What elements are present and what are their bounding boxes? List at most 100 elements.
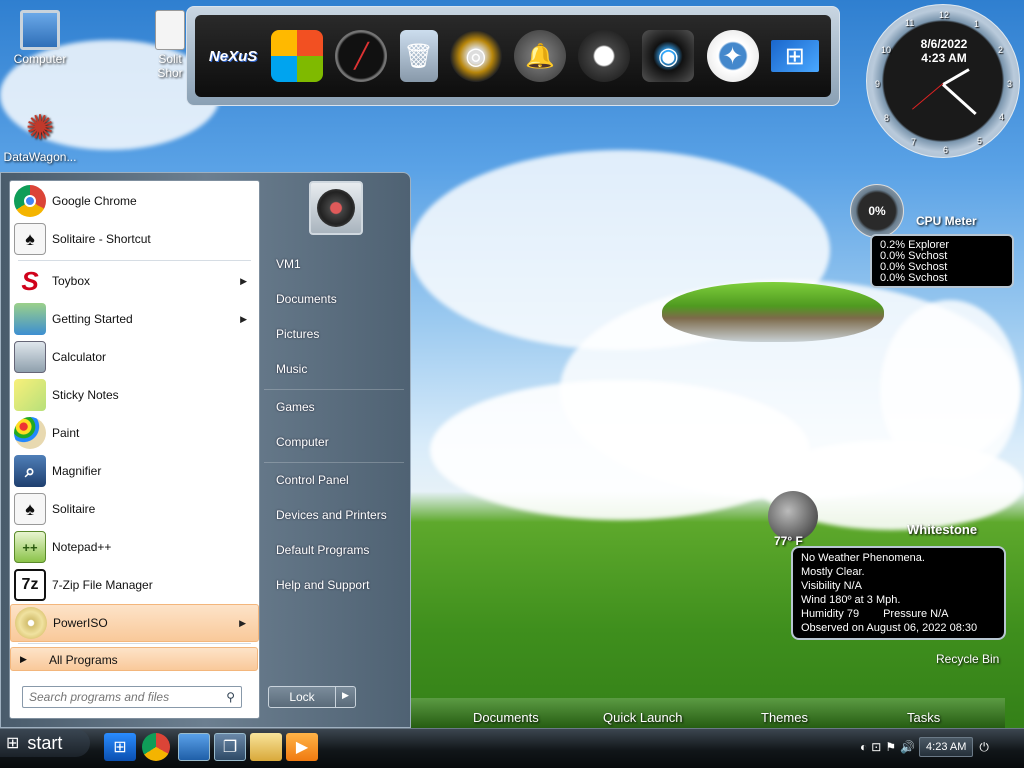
program-poweriso[interactable]: PowerISO ▶ [10, 604, 259, 642]
program-paint[interactable]: Paint [10, 414, 259, 452]
weather-details: No Weather Phenomena. Mostly Clear. Visi… [791, 546, 1006, 640]
desktop-icon-label: Computer [13, 52, 67, 66]
link-devices-printers[interactable]: Devices and Printers [276, 508, 387, 522]
start-button[interactable]: ⊞ start [0, 729, 90, 757]
weather-humidity-row: Humidity 79 Pressure N/A [801, 607, 996, 621]
tray-arrow-icon[interactable]: ◐ [860, 740, 867, 754]
link-documents[interactable]: Documents [276, 292, 337, 306]
recycle-bin-label[interactable]: Recycle Bin [936, 652, 999, 666]
paint-icon [14, 417, 46, 449]
program-solitaire[interactable]: ♠ Solitaire [10, 490, 259, 528]
solitaire-icon: ♠ [14, 493, 46, 525]
taskbar-media-player-icon[interactable]: ▶ [286, 733, 318, 761]
7zip-icon: 7z [14, 569, 46, 601]
taskbar-windows-icon[interactable]: ⊞ [104, 733, 136, 761]
safari-compass-icon[interactable]: ✦ [706, 30, 759, 82]
link-control-panel[interactable]: Control Panel [276, 473, 349, 487]
program-label: Sticky Notes [52, 388, 119, 402]
nexus-icon[interactable]: NeXuS [207, 30, 259, 82]
link-pictures[interactable]: Pictures [276, 327, 319, 341]
program-sticky-notes[interactable]: Sticky Notes [10, 376, 259, 414]
weather-line: No Weather Phenomena. [801, 552, 925, 564]
tray-clock[interactable]: 4:23 AM [919, 737, 974, 757]
network-icon[interactable]: ⊡ [871, 740, 881, 754]
link-vm1[interactable]: VM1 [276, 257, 301, 271]
recycle-bin-icon[interactable]: 🗑 [399, 30, 438, 82]
search-input[interactable] [23, 687, 213, 707]
windows-logo-icon[interactable] [271, 30, 324, 82]
toybox-icon: S [21, 265, 39, 296]
taskbar-switch-windows-icon[interactable]: ❐ [214, 733, 246, 761]
expand-triangle-icon: ▶ [20, 654, 27, 664]
program-label: Magnifier [52, 464, 102, 478]
chrome-icon [14, 185, 46, 217]
submenu-arrow-icon: ▶ [239, 617, 246, 628]
clock-hour-hand [942, 68, 970, 86]
program-solitaire-shortcut[interactable]: ♠ Solitaire - Shortcut [10, 220, 259, 258]
program-label: Calculator [52, 350, 107, 364]
link-help-support[interactable]: Help and Support [276, 578, 369, 592]
user-avatar[interactable] [309, 181, 363, 235]
search-icon[interactable]: ⚲ [226, 690, 235, 704]
shutdown-options-arrow-icon[interactable]: ▶ [335, 687, 355, 707]
program-google-chrome[interactable]: Google Chrome [10, 182, 259, 220]
lock-button[interactable]: Lock ▶ [268, 686, 356, 708]
program-toybox[interactable]: S Toybox ▶ [10, 262, 259, 300]
magnifier-icon: ⌕ [14, 455, 46, 487]
cpu-meter-dial: 0% [850, 184, 904, 238]
camera-icon[interactable]: ◉ [642, 30, 695, 82]
cpu-process-list: 0.2% Explorer 0.0% Svchost 0.0% Svchost … [870, 234, 1014, 288]
program-7zip[interactable]: 7z 7-Zip File Manager [10, 566, 259, 604]
link-music[interactable]: Music [276, 362, 307, 376]
start-search-box[interactable]: ⚲ [22, 686, 242, 708]
program-label: Solitaire - Shortcut [52, 232, 151, 246]
taskbar-chrome-icon[interactable] [142, 733, 170, 761]
start-menu-program-list: Google Chrome ♠ Solitaire - Shortcut S T… [9, 180, 260, 719]
lock-label: Lock [289, 690, 315, 704]
link-computer[interactable]: Computer [276, 435, 329, 449]
desktop-icon-solitaire-shortcut[interactable]: Solit Shor [150, 10, 190, 80]
desktop-icon-label: Solit Shor [157, 52, 183, 80]
action-center-flag-icon[interactable]: ⚑ [885, 740, 896, 754]
program-label: Solitaire [52, 502, 96, 516]
monitor-icon [20, 10, 60, 50]
program-label: Paint [52, 426, 80, 440]
getting-started-icon [14, 303, 46, 335]
linkbar-tasks[interactable]: Tasks [907, 710, 940, 725]
program-calculator[interactable]: Calculator [10, 338, 259, 376]
all-programs-button[interactable]: ▶ All Programs [10, 647, 258, 671]
submenu-arrow-icon: ▶ [240, 275, 247, 286]
weather-city: Whitestone [907, 522, 978, 537]
floating-island-decoration [662, 282, 884, 342]
system-tray: ◐ ⊡ ⚑ 🔊 4:23 AM ⏻ [860, 733, 1024, 761]
taskbar-desktop-icon[interactable] [178, 733, 210, 761]
sticky-notes-icon [14, 379, 46, 411]
program-label: Google Chrome [52, 194, 137, 208]
start-label: start [27, 732, 63, 753]
volume-icon[interactable]: 🔊 [900, 740, 915, 754]
link-games[interactable]: Games [276, 400, 315, 414]
link-default-programs[interactable]: Default Programs [276, 543, 369, 557]
program-getting-started[interactable]: Getting Started ▶ [10, 300, 259, 338]
clock-icon[interactable]: ╱ [335, 30, 388, 82]
datawagon-icon: ✺ [25, 109, 55, 147]
desktop-windows-icon[interactable]: ⊞ [770, 40, 819, 72]
program-label: Notepad++ [52, 540, 112, 554]
program-notepadpp[interactable]: ++ Notepad++ [10, 528, 259, 566]
solitaire-shortcut-icon [155, 10, 185, 50]
desktop-icon-datawagon[interactable]: ✺ DataWagon... [0, 108, 80, 164]
linkbar-documents[interactable]: Documents [473, 710, 539, 725]
solitaire-icon: ♠ [14, 223, 46, 255]
clock-minute-hand [941, 83, 977, 116]
program-magnifier[interactable]: ⌕ Magnifier [10, 452, 259, 490]
submenu-arrow-icon: ▶ [240, 313, 247, 324]
headphones-icon[interactable]: ♫ [578, 30, 631, 82]
weather-line: Mostly Clear. [801, 566, 865, 578]
power-icon[interactable]: ⏻ [979, 740, 989, 755]
taskbar-explorer-folder-icon[interactable] [250, 733, 282, 761]
desktop-icon-computer[interactable]: Computer [0, 10, 80, 66]
linkbar-quick-launch[interactable]: Quick Launch [603, 710, 683, 725]
linkbar-themes[interactable]: Themes [761, 710, 808, 725]
globe-icon[interactable]: ◎ [449, 30, 502, 82]
bell-icon[interactable]: 🔔 [514, 30, 567, 82]
